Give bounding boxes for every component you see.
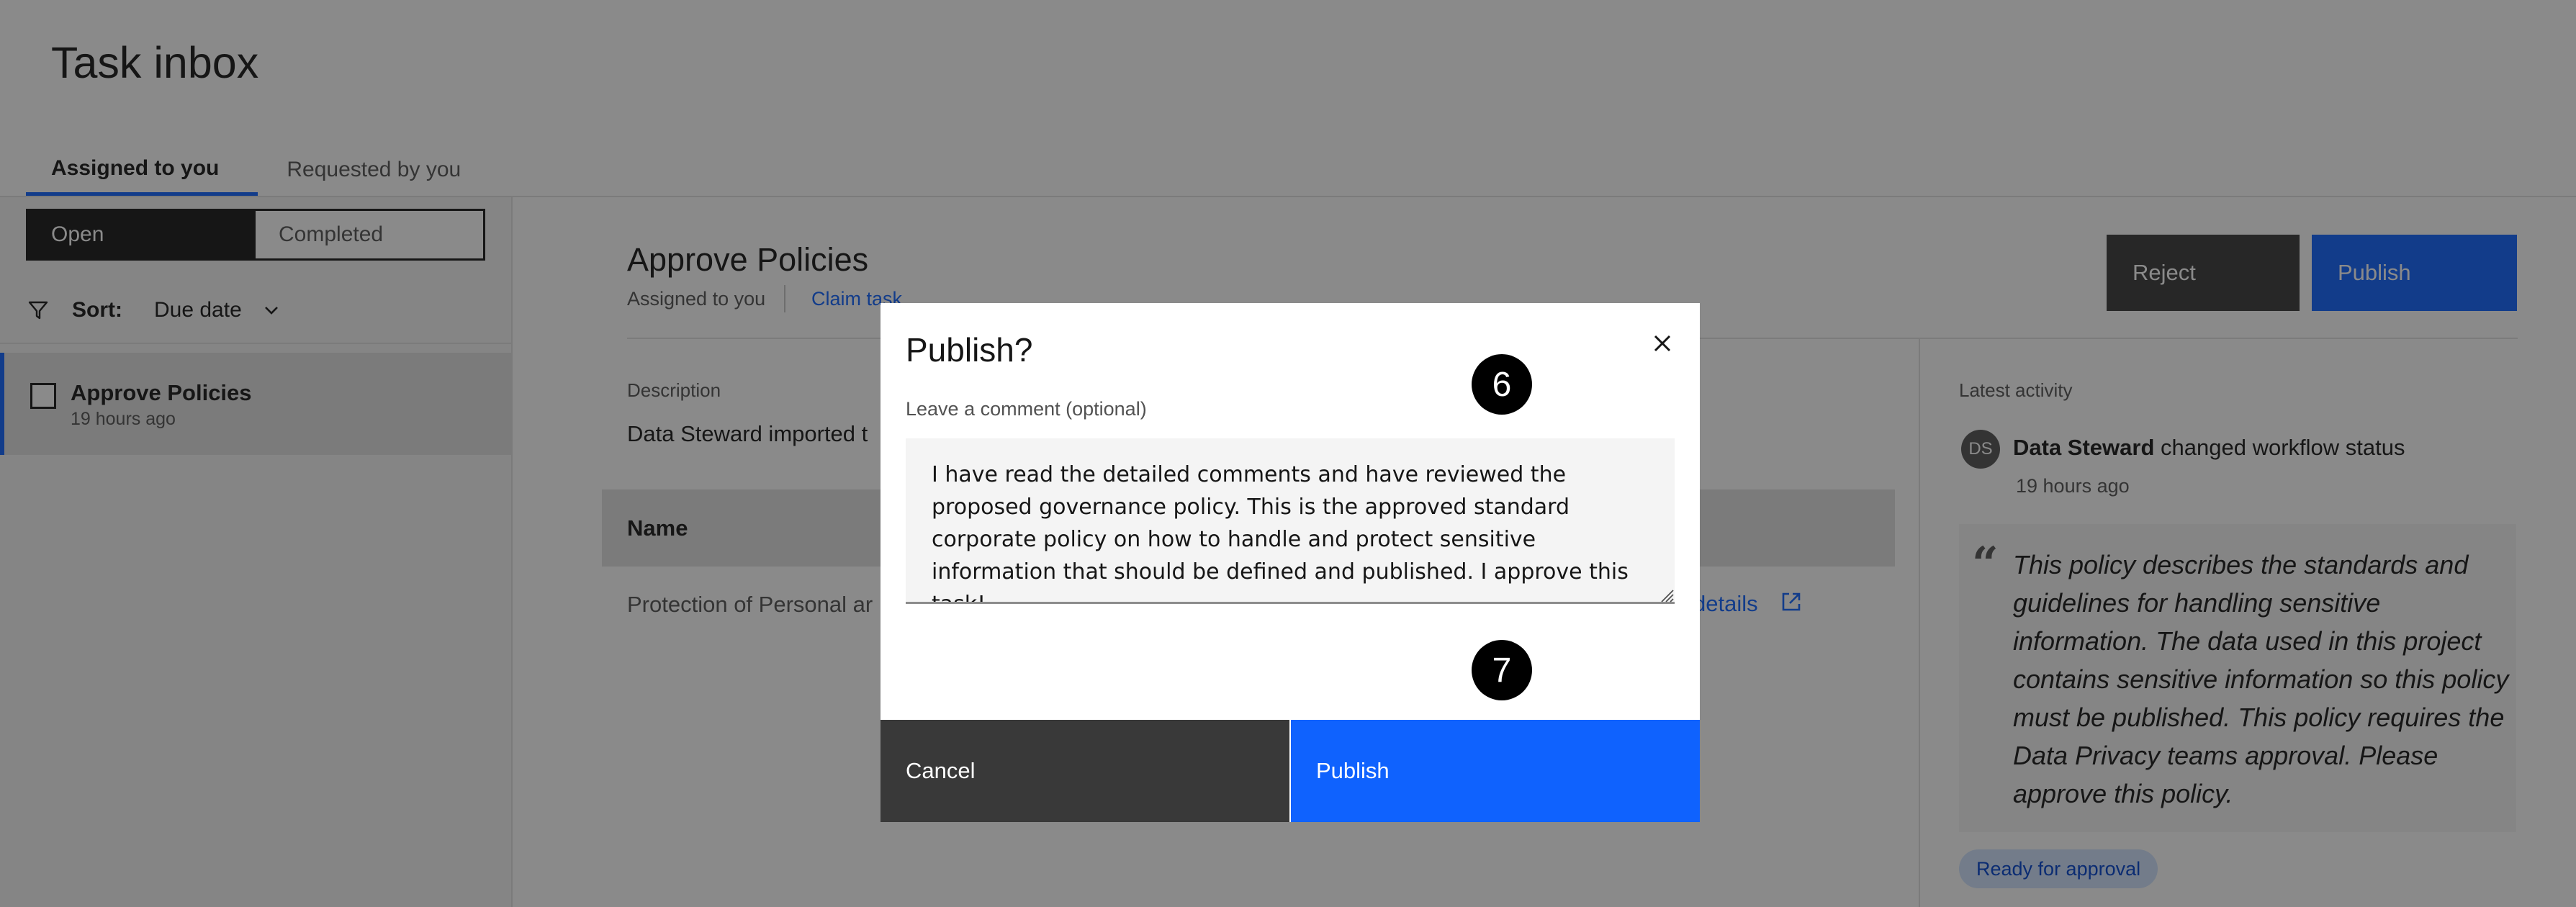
modal-publish-button[interactable]: Publish [1291,720,1700,822]
publish-modal: Publish? Leave a comment (optional) I ha… [881,303,1700,822]
close-icon[interactable] [1648,329,1677,358]
resize-handle-icon[interactable] [1658,587,1674,603]
cancel-button[interactable]: Cancel [881,720,1289,822]
step-callout-6: 6 [1472,354,1532,415]
modal-title: Publish? [906,331,1033,369]
step-callout-7: 7 [1472,640,1532,700]
comment-textarea[interactable]: I have read the detailed comments and ha… [906,438,1675,604]
comment-label: Leave a comment (optional) [906,398,1147,420]
